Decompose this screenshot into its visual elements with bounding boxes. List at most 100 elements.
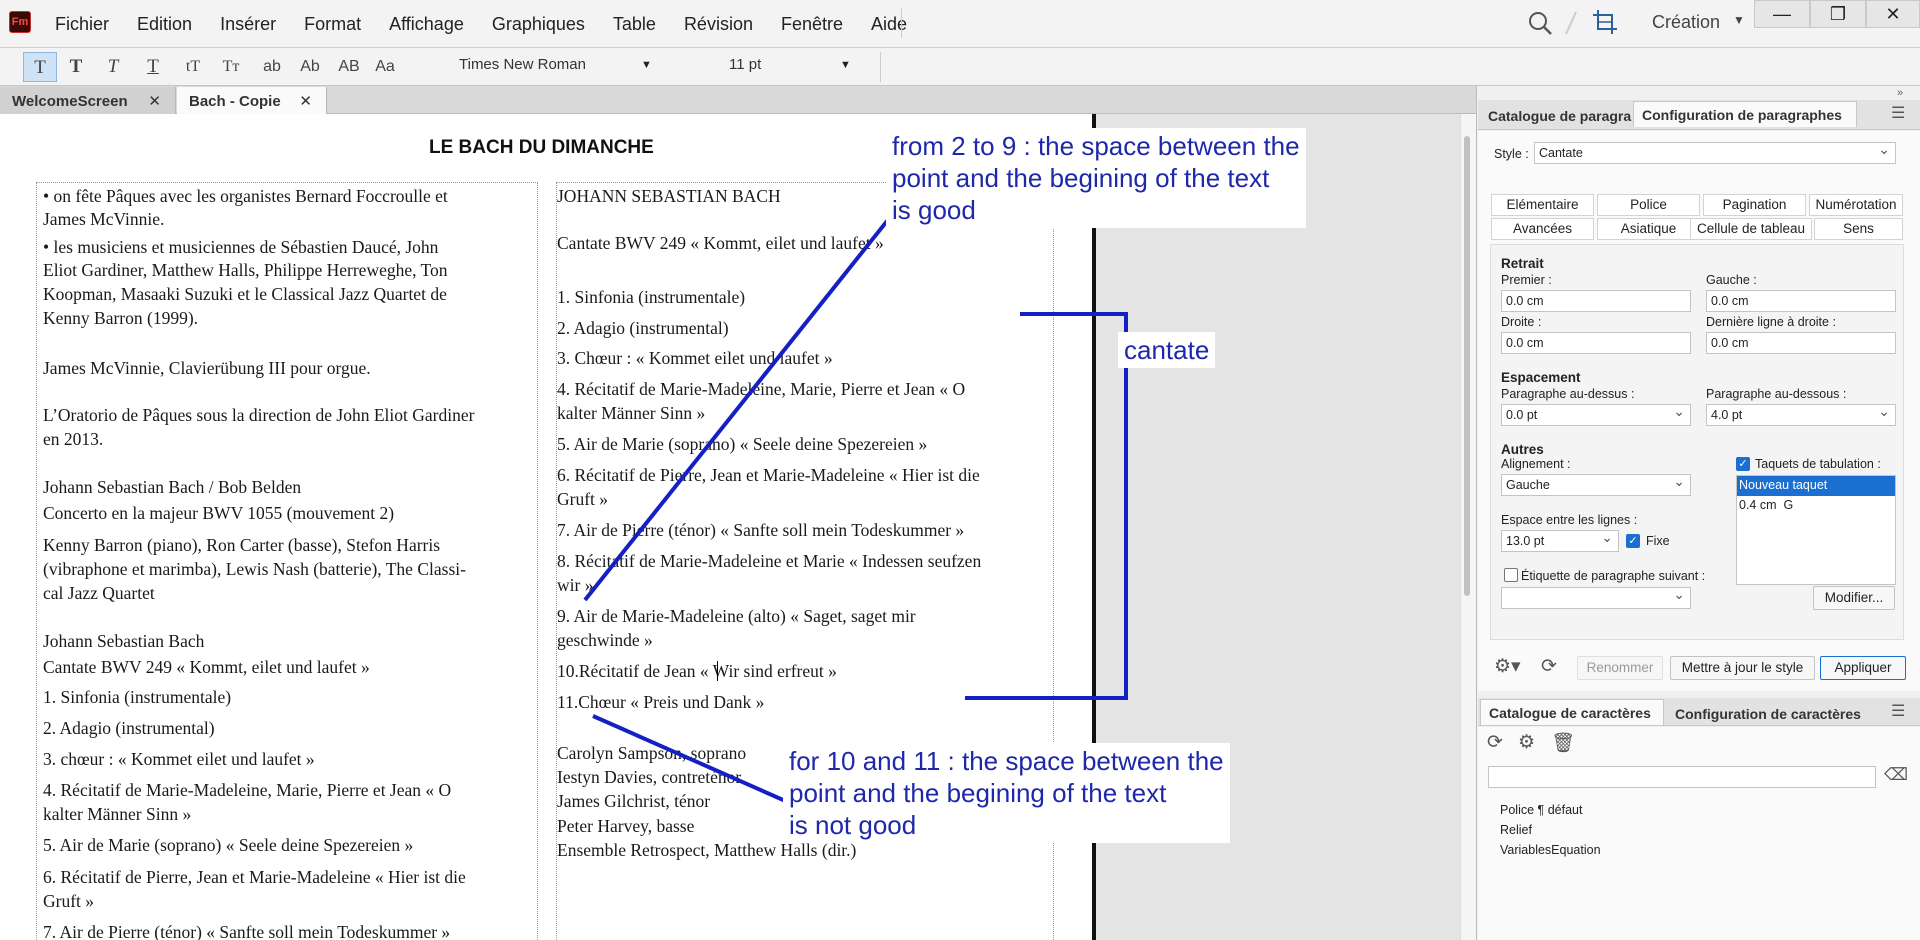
menu-edition[interactable]: Edition xyxy=(137,14,192,35)
workspace-selector[interactable]: Création xyxy=(1652,12,1720,33)
font-family-select[interactable]: Times New Roman xyxy=(459,56,586,73)
subtab-asiatique[interactable]: Asiatique xyxy=(1597,218,1700,240)
menu-divider xyxy=(901,8,902,38)
superscript-button[interactable]: tT xyxy=(176,52,210,82)
text-line: 7. Air de Pierre (ténor) « Sanfte soll m… xyxy=(557,520,965,540)
size-dropdown-icon[interactable]: ▼ xyxy=(840,59,851,71)
text-line: Kenny Barron (piano), Ron Carter (basse)… xyxy=(43,535,441,555)
text-line: Eliot Gardiner, Matthew Halls, Philippe … xyxy=(43,260,448,280)
text-line: 4. Récitatif de Marie-Madeleine, Marie, … xyxy=(43,780,452,800)
subtab-sens[interactable]: Sens xyxy=(1814,218,1903,240)
taquets-label: Taquets de tabulation : xyxy=(1755,457,1881,471)
subtab-avancees[interactable]: Avancées xyxy=(1491,218,1594,240)
subtab-elementaire[interactable]: Elémentaire xyxy=(1491,194,1594,216)
text-line: James McVinnie. xyxy=(43,209,165,229)
mettre-a-jour-button[interactable]: Mettre à jour le style xyxy=(1670,656,1815,680)
workspace-caret-icon[interactable]: ▼ xyxy=(1733,13,1745,27)
font-size-select[interactable]: 11 pt xyxy=(729,56,761,73)
style-select[interactable]: Cantate xyxy=(1534,139,1896,164)
settings-icon[interactable]: ⚙ xyxy=(1518,731,1535,754)
scrollbar-thumb[interactable] xyxy=(1464,136,1470,596)
tab-bach-copie[interactable]: Bach - Copie ✕ xyxy=(177,87,327,114)
char-item-variablesequation[interactable]: VariablesEquation xyxy=(1500,843,1601,857)
modifier-button[interactable]: Modifier... xyxy=(1813,586,1895,610)
close-tab-icon[interactable]: ✕ xyxy=(148,92,161,110)
clear-search-icon[interactable]: ⌫ xyxy=(1884,765,1908,785)
char-item-relief[interactable]: Relief xyxy=(1500,823,1532,837)
dessus-select[interactable]: 0.0 pt xyxy=(1501,401,1691,426)
etiquette-select[interactable] xyxy=(1501,584,1691,609)
refresh-icon[interactable]: ⟳ xyxy=(1541,655,1557,678)
minimize-button[interactable]: — xyxy=(1754,0,1810,28)
text-line: 2. Adagio (instrumental) xyxy=(43,718,215,738)
char-item-police-defaut[interactable]: Police ¶ défaut xyxy=(1500,803,1582,817)
gauche-field[interactable]: 0.0 cm xyxy=(1706,290,1896,312)
appliquer-button[interactable]: Appliquer xyxy=(1820,656,1906,680)
etiquette-checkbox[interactable] xyxy=(1504,568,1518,582)
font-dropdown-icon[interactable]: ▼ xyxy=(641,59,652,71)
bold-button[interactable]: T xyxy=(59,52,93,82)
panel-menu-icon[interactable]: ☰ xyxy=(1891,103,1905,123)
menu-fenetre[interactable]: Fenêtre xyxy=(781,14,843,35)
search-icon[interactable] xyxy=(1527,10,1553,36)
tab-para-catalogue[interactable]: Catalogue de paragraphes xyxy=(1480,103,1632,129)
menu-affichage[interactable]: Affichage xyxy=(389,14,464,35)
menu-inserer[interactable]: Insérer xyxy=(220,14,276,35)
document-heading: LE BACH DU DIMANCHE xyxy=(429,137,654,158)
menu-fichier[interactable]: Fichier xyxy=(55,14,109,35)
plain-text-button[interactable]: T xyxy=(23,52,57,82)
menu-table[interactable]: Table xyxy=(613,14,656,35)
tab-para-designer[interactable]: Configuration de paragraphes xyxy=(1633,101,1857,127)
lowercase-button[interactable]: ab xyxy=(255,52,289,82)
subtab-cellule-tableau[interactable]: Cellule de tableau xyxy=(1690,218,1812,240)
premier-field[interactable]: 0.0 cm xyxy=(1501,290,1691,312)
tab-char-designer[interactable]: Configuration de caractères xyxy=(1667,701,1861,727)
underline-button[interactable]: T xyxy=(136,52,170,82)
titlecase-button[interactable]: Ab xyxy=(293,52,327,82)
subtab-numerotation[interactable]: Numérotation xyxy=(1809,194,1903,216)
dessus-label: Paragraphe au-dessus : xyxy=(1501,387,1635,401)
italic-button[interactable]: T xyxy=(96,52,130,82)
restore-button[interactable]: ❐ xyxy=(1810,0,1866,28)
menu-graphiques[interactable]: Graphiques xyxy=(492,14,585,35)
retrait-heading: Retrait xyxy=(1501,256,1544,271)
text-line: 6. Récitatif de Pierre, Jean et Marie-Ma… xyxy=(43,867,466,887)
fixe-checkbox[interactable]: ✓ xyxy=(1626,534,1640,548)
annotation-cantate: cantate xyxy=(1118,332,1216,368)
slash-icon xyxy=(1565,11,1577,35)
collapse-panel-icon[interactable]: » xyxy=(1897,87,1903,99)
text-line: 9. Air de Marie-Madeleine (alto) « Saget… xyxy=(557,606,916,626)
char-search-input[interactable] xyxy=(1488,766,1876,788)
text-line: 1. Sinfonia (instrumentale) xyxy=(43,687,232,707)
alignement-select[interactable]: Gauche xyxy=(1501,471,1691,496)
tab-char-catalogue[interactable]: Catalogue de caractères xyxy=(1480,699,1664,725)
menu-format[interactable]: Format xyxy=(304,14,361,35)
crop-icon[interactable] xyxy=(1592,9,1618,35)
menu-revision[interactable]: Révision xyxy=(684,14,753,35)
derniere-ligne-field[interactable]: 0.0 cm xyxy=(1706,332,1896,354)
dessous-select[interactable]: 4.0 pt xyxy=(1706,401,1896,426)
autres-heading: Autres xyxy=(1501,442,1544,457)
renommer-button[interactable]: Renommer xyxy=(1577,656,1663,680)
subscript-button[interactable]: Tт xyxy=(214,52,248,82)
refresh-icon[interactable]: ⟳ xyxy=(1487,731,1503,754)
taquet-new-item[interactable]: Nouveau taquet xyxy=(1737,476,1895,496)
uppercase-button[interactable]: AB xyxy=(332,52,366,82)
text-line: cal Jazz Quartet xyxy=(43,583,155,603)
subtab-pagination[interactable]: Pagination xyxy=(1703,194,1806,216)
close-window-button[interactable]: ✕ xyxy=(1866,0,1920,28)
text-line: 6. Récitatif de Pierre, Jean et Marie-Ma… xyxy=(557,465,980,485)
interligne-select[interactable]: 13.0 pt xyxy=(1501,527,1619,552)
close-tab-icon[interactable]: ✕ xyxy=(299,92,312,110)
taquets-checkbox[interactable]: ✓ xyxy=(1736,457,1750,471)
taquet-item[interactable]: 0.4 cm G xyxy=(1737,496,1895,514)
gear-icon[interactable]: ⚙▾ xyxy=(1494,655,1521,678)
dessous-label: Paragraphe au-dessous : xyxy=(1706,387,1847,401)
delete-icon[interactable]: 🗑 xyxy=(1551,731,1575,755)
subtab-police[interactable]: Police xyxy=(1597,194,1700,216)
case-as-typed-button[interactable]: Aa xyxy=(368,52,402,82)
taquets-list[interactable]: Nouveau taquet 0.4 cm G xyxy=(1736,475,1896,585)
char-panel-menu-icon[interactable]: ☰ xyxy=(1891,701,1905,721)
droite-field[interactable]: 0.0 cm xyxy=(1501,332,1691,354)
tab-welcomescreen[interactable]: WelcomeScreen ✕ xyxy=(0,87,176,114)
